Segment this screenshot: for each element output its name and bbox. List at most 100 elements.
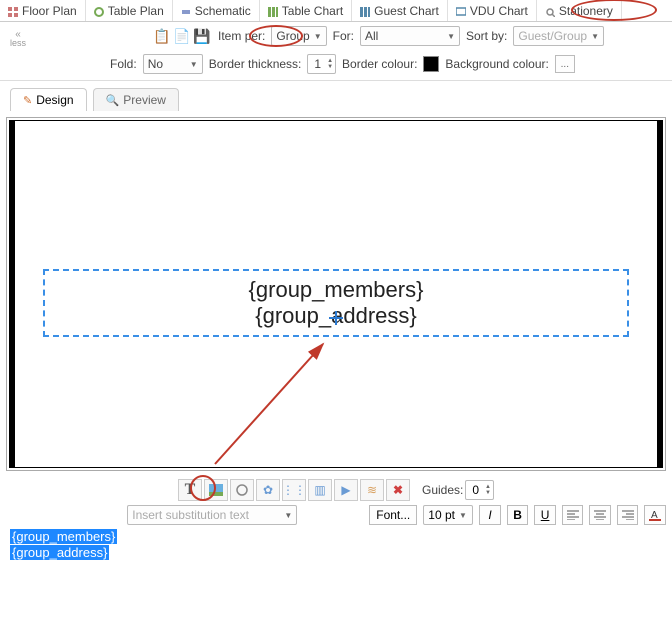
guides-spinner[interactable]: 0 ▲▼ [465,480,494,500]
tab-label: Schematic [195,4,251,18]
tab-label: VDU Chart [470,4,528,18]
schematic-icon [181,6,191,16]
fold-label: Fold: [110,57,137,71]
selected-line-2: {group_address} [10,545,109,560]
substitution-placeholder: Insert substitution text [132,508,280,522]
font-btn-label: Font... [376,508,410,522]
text-format-row: Insert substitution text ▼ Font... 10 pt… [0,503,672,527]
guides-label: Guides: [422,483,463,497]
fold-dropdown[interactable]: No ▼ [143,54,203,74]
substitution-dropdown[interactable]: Insert substitution text ▼ [127,505,297,525]
chevron-down-icon: ▼ [190,60,198,69]
delete-tool-button[interactable]: ✖ [386,479,410,501]
sort-by-label: Sort by: [466,29,507,43]
text-colour-button[interactable]: A [644,505,666,525]
spinner-arrows-icon: ▲▼ [485,484,491,496]
background-colour-label: Background colour: [445,57,548,71]
circle-icon [94,6,104,16]
underline-label: U [541,508,550,522]
item-per-dropdown[interactable]: Group ▼ [271,26,326,46]
search-icon: 🔍 [106,94,120,107]
center-marker-icon [329,311,343,325]
tab-label: Stationery [559,4,613,18]
tab-label: Floor Plan [22,4,77,18]
circle-tool-button[interactable] [230,479,254,501]
item-per-value: Group [276,29,309,43]
tab-label: Table Chart [282,4,343,18]
sort-by-dropdown[interactable]: Guest/Group ▼ [513,26,604,46]
preview-tab-label: Preview [123,93,166,107]
background-colour-button[interactable]: ... [555,55,575,73]
less-button[interactable]: less [6,31,30,47]
sub-tab-strip: ✎ Design 🔍 Preview [0,83,672,111]
fold-value: No [148,57,186,71]
border-colour-label: Border colour: [342,57,417,71]
tab-label: Table Plan [108,4,164,18]
tab-label: Guest Chart [374,4,439,18]
border-thickness-label: Border thickness: [209,57,302,71]
chevron-down-icon: ▼ [447,32,455,41]
selected-text-area[interactable]: {group_members} {group_address} [0,527,672,567]
font-size-dropdown[interactable]: 10 pt ▼ [423,505,473,525]
chevron-down-icon: ▼ [459,511,467,520]
border-thickness-value: 1 [314,57,321,71]
less-label: less [10,39,26,47]
toolbar-row-1: less 📋 📄 💾 Item per: Group ▼ For: All ▼ … [0,22,672,50]
tab-vdu-chart[interactable]: VDU Chart [448,0,537,21]
tab-stationery[interactable]: Stationery [537,0,622,21]
design-tab[interactable]: ✎ Design [10,88,87,111]
for-label: For: [333,29,354,43]
align-right-button[interactable] [617,505,639,525]
preview-tab[interactable]: 🔍 Preview [93,88,179,111]
toolbar-row-2: Fold: No ▼ Border thickness: 1 ▲▼ Border… [0,50,672,78]
annotation-circle-text-tool [190,475,216,501]
align-center-button[interactable] [589,505,611,525]
shape-tool-row: T ✿ ⋮⋮ ▥ ▶ ≋ ✖ Guides: 0 ▲▼ [0,477,672,503]
chart-icon [268,6,278,16]
bold-button[interactable]: B [507,505,529,525]
tab-table-chart[interactable]: Table Chart [260,0,352,21]
canvas-outer: {group_members} {group_address} [6,117,666,471]
align-tool-button[interactable]: ▥ [308,479,332,501]
page-icon[interactable]: 📄 [172,26,192,46]
gear-tool-button[interactable]: ✿ [256,479,280,501]
sort-by-value: Guest/Group [518,29,587,43]
stationery-icon [545,6,555,16]
chevron-down-icon: ▼ [314,32,322,41]
placeholder-line-1: {group_members} [249,277,424,303]
save-icon[interactable]: 💾 [192,26,212,46]
spinner-arrows-icon: ▲▼ [327,58,333,70]
reorder-tool-button[interactable]: ≋ [360,479,384,501]
canvas-frame[interactable]: {group_members} {group_address} [9,120,663,468]
pencil-icon: ✎ [23,94,32,107]
italic-label: I [488,508,491,522]
for-dropdown[interactable]: All ▼ [360,26,460,46]
spread-tool-button[interactable]: ⋮⋮ [282,479,306,501]
tab-schematic[interactable]: Schematic [173,0,260,21]
toolbar-icon-group: 📋 📄 💾 [152,26,212,46]
border-thickness-spinner[interactable]: 1 ▲▼ [307,54,336,74]
border-colour-swatch[interactable] [423,56,439,72]
tab-table-plan[interactable]: Table Plan [86,0,173,21]
for-value: All [365,29,443,43]
chevron-down-icon: ▼ [591,32,599,41]
copy-icon[interactable]: 📋 [152,26,172,46]
tab-floor-plan[interactable]: Floor Plan [0,0,86,21]
bold-label: B [513,508,522,522]
flag-tool-button[interactable]: ▶ [334,479,358,501]
align-left-button[interactable] [562,505,584,525]
selected-line-1: {group_members} [10,529,117,544]
canvas-wrap: {group_members} {group_address} [0,111,672,477]
guides-value: 0 [472,483,479,497]
separator [0,80,672,81]
text-placeholder-box[interactable]: {group_members} {group_address} [43,269,629,337]
underline-button[interactable]: U [534,505,556,525]
italic-button[interactable]: I [479,505,501,525]
font-button[interactable]: Font... [369,505,417,525]
tab-guest-chart[interactable]: Guest Chart [352,0,448,21]
monitor-icon [456,6,466,16]
bg-btn-label: ... [561,59,569,70]
chevron-down-icon: ▼ [284,511,292,520]
item-per-label: Item per: [218,29,265,43]
chart-icon [360,6,370,16]
